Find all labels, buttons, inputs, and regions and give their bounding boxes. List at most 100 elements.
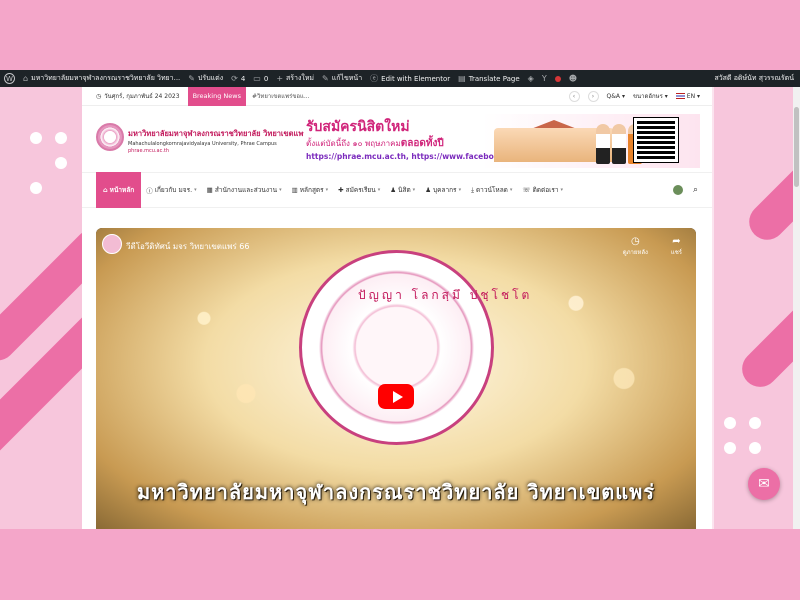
elementor-link[interactable]: ⓔ Edit with Elementor <box>366 70 454 87</box>
clock-icon: ◷ <box>96 92 102 100</box>
nav-download[interactable]: ⤓ ดาวน์โหลด ▾ <box>466 172 517 208</box>
video-title[interactable]: วีดีโอวีดิทัศน์ มจร วิทยาเขตแพร่ 66 <box>126 240 249 253</box>
nav-programs[interactable]: ▥ หลักสูตร ▾ <box>287 172 334 208</box>
nav-label: หลักสูตร <box>299 186 324 194</box>
logo-thai-name: มหาวิทยาลัยมหาจุฬาลงกรณราชวิทยาลัย วิทยา… <box>128 129 308 138</box>
browser-viewport: W ⌂ มหาวิทยาลัยมหาจุฬาลงกรณราชวิทยาลัย วิ… <box>0 70 800 529</box>
nav-about[interactable]: ⓘ เกี่ยวกับ มจร. ▾ <box>141 172 201 208</box>
page-scrollbar[interactable] <box>793 87 800 529</box>
logo-english-name: Mahachulalongkornrajavidyalaya Universit… <box>128 141 277 147</box>
pencil-icon: ✎ <box>322 74 329 83</box>
contact-icon: ☏ <box>522 186 531 194</box>
nav-label: นิสิต <box>398 186 411 194</box>
plus-icon: + <box>276 74 284 83</box>
seal-motto-text: ปัญญา โลกสฺมึ ปชฺโชโต <box>358 288 533 302</box>
decor-dot <box>30 132 42 144</box>
qa-label: Q&A <box>606 92 621 100</box>
user-avatar-icon[interactable] <box>672 185 683 195</box>
scrollbar-thumb[interactable] <box>794 107 799 187</box>
brush-icon: ✎ <box>188 74 195 83</box>
ticker-next-button[interactable]: › <box>587 90 599 102</box>
decor-stripe <box>734 255 800 395</box>
search-icon[interactable]: ⌕ <box>693 185 698 195</box>
user-account-link[interactable]: สวัสดี อดิษ์นัท สุวรรณรัตน์ <box>710 70 800 87</box>
university-seal-logo[interactable] <box>96 123 124 151</box>
clock-icon: ◷ <box>630 236 640 247</box>
language-menu[interactable]: EN ▾ <box>675 92 700 100</box>
nav-staff[interactable]: ♟ บุคลากร ▾ <box>420 172 466 208</box>
yoast-link[interactable]: Y <box>538 70 551 87</box>
chevron-down-icon: ▾ <box>560 187 564 193</box>
nav-label: ดาวน์โหลด <box>475 186 508 194</box>
yoast-icon: Y <box>541 74 547 83</box>
chevron-down-icon: ▾ <box>194 187 197 193</box>
decor-dot <box>55 157 67 169</box>
edit-page-link[interactable]: ✎ แก้ไขหน้า <box>318 70 366 87</box>
nav-students[interactable]: ♟ นิสิต ▾ <box>385 172 420 208</box>
decor-dot <box>724 417 736 429</box>
home-icon: ⌂ <box>23 74 29 83</box>
site-logo-text[interactable]: มหาวิทยาลัยมหาจุฬาลงกรณราชวิทยาลัย วิทยา… <box>128 128 307 154</box>
messenger-chat-button[interactable]: ✉ <box>748 468 780 500</box>
student-figure <box>596 124 610 164</box>
date-text: วันศุกร์, กุมภาพันธ์ 24 2023 <box>104 93 180 100</box>
right-decoration <box>714 87 800 529</box>
watch-later-button[interactable]: ◷ ดูภายหลัง <box>623 236 648 257</box>
edit-page-label: แก้ไขหน้า <box>331 74 363 82</box>
decor-dot <box>749 417 761 429</box>
wordpress-icon: W <box>4 73 15 84</box>
user-plus-icon: ✚ <box>338 186 344 194</box>
home-icon: ⌂ <box>103 186 108 194</box>
news-ticker[interactable]: #วิทยาเขตแพร่ขอแ... <box>252 91 310 101</box>
chevron-down-icon: ▾ <box>325 187 329 193</box>
admin-site-name[interactable]: ⌂ มหาวิทยาลัยมหาจุฬาลงกรณราชวิทยาลัย วิทย… <box>19 70 184 87</box>
updates-link[interactable]: ⟳ 4 <box>227 70 249 87</box>
translate-link[interactable]: ▤ Translate Page <box>454 70 524 87</box>
status-dot[interactable] <box>551 70 565 87</box>
language-label: EN <box>686 92 696 100</box>
channel-avatar[interactable] <box>102 234 122 254</box>
share-button[interactable]: ➦ แชร์ <box>671 236 682 257</box>
nav-home[interactable]: ⌂ หน้าหลัก <box>96 172 142 208</box>
diamond-link[interactable]: ◈ <box>524 70 538 87</box>
chevron-down-icon: ▾ <box>664 93 668 100</box>
banner-period-emphasis: ตลอดทั้งปี <box>400 138 444 149</box>
nav-apply[interactable]: ✚ สมัครเรียน ▾ <box>333 172 385 208</box>
new-content-link[interactable]: + สร้างใหม่ <box>272 70 318 87</box>
chevron-down-icon: ▾ <box>412 187 416 193</box>
top-bar: ◷ วันศุกร์, กุมภาพันธ์ 24 2023 Breaking N… <box>82 87 712 106</box>
video-caption: มหาวิทยาลัยมหาจุฬาลงกรณราชวิทยาลัย วิทยา… <box>136 480 656 504</box>
nav-label: สำนักงานและส่วนงาน <box>214 186 278 194</box>
decor-dot <box>749 442 761 454</box>
updates-count: 4 <box>240 74 246 83</box>
date-display: ◷ วันศุกร์, กุมภาพันธ์ 24 2023 <box>96 91 180 101</box>
refresh-icon: ⟳ <box>231 74 238 83</box>
watch-later-label: ดูภายหลัง <box>622 249 648 256</box>
logo-url: phrae.mcu.ac.th <box>128 148 170 154</box>
elementor-label: Edit with Elementor <box>381 74 451 83</box>
qa-menu[interactable]: Q&A ▾ <box>607 93 625 100</box>
wordpress-logo[interactable]: W <box>0 70 19 87</box>
site-header: มหาวิทยาลัยมหาจุฬาลงกรณราชวิทยาลัย วิทยา… <box>82 106 712 172</box>
nav-offices[interactable]: ▦ สำนักงานและส่วนงาน ▾ <box>202 172 287 208</box>
new-label: สร้างใหม่ <box>286 74 315 82</box>
share-label: แชร์ <box>670 249 682 256</box>
play-button[interactable] <box>378 384 414 409</box>
chevron-down-icon: ▾ <box>696 92 700 100</box>
breaking-news-label: Breaking News <box>187 87 246 106</box>
smiley-link[interactable]: ☻ <box>565 70 581 87</box>
book-icon: ▥ <box>291 186 298 194</box>
user-greeting: สวัสดี อดิษ์นัท สุวรรณรัตน์ <box>714 74 794 82</box>
youtube-video-embed[interactable]: ปัญญา โลกสฺมึ ปชฺโชโต วีดีโอวีดิทัศน์ มจ… <box>96 228 696 529</box>
messenger-icon: ✉ <box>758 476 770 492</box>
font-size-label: ขนาดอักษร <box>632 93 663 100</box>
comments-link[interactable]: ▭ 0 <box>249 70 272 87</box>
left-decoration <box>0 87 82 529</box>
customize-link[interactable]: ✎ ปรับแต่ง <box>184 70 227 87</box>
font-size-menu[interactable]: ขนาดอักษร ▾ <box>633 91 668 101</box>
smiley-icon: ☻ <box>568 74 578 83</box>
translate-label: Translate Page <box>468 74 520 83</box>
ticker-prev-button[interactable]: ‹ <box>568 90 580 102</box>
nav-contact[interactable]: ☏ ติดต่อเรา ▾ <box>517 172 568 208</box>
admission-banner[interactable]: รับสมัครนิสิตใหม่ ตั้งแต่บัดนี้ถึง ๑๐ พฤ… <box>304 114 700 168</box>
